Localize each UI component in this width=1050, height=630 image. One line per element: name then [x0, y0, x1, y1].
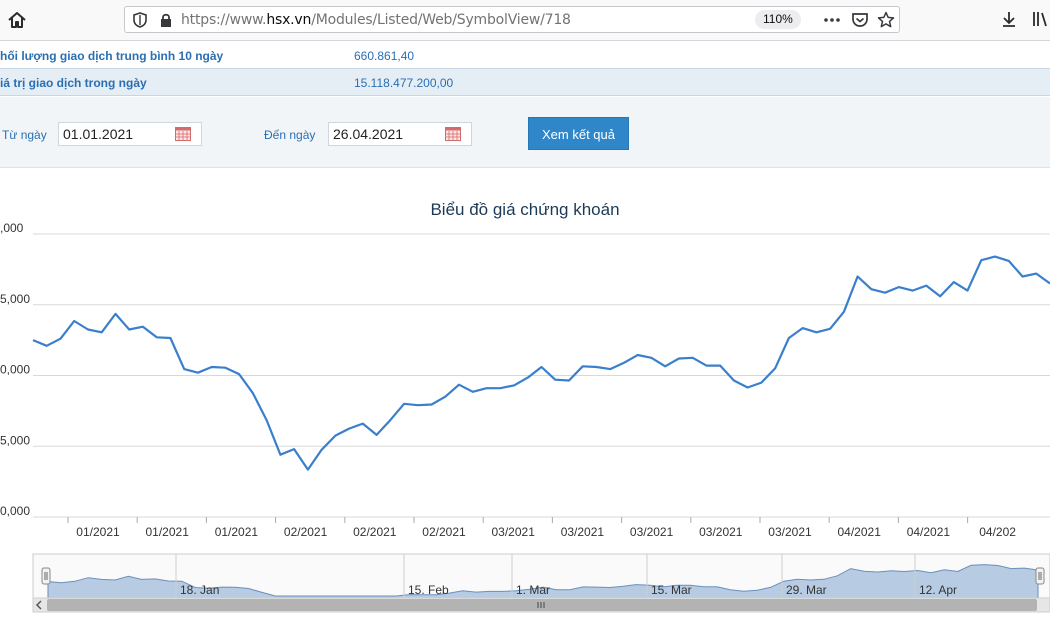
y-tick-label: 0,000 — [0, 504, 30, 518]
url-domain: hsx.vn — [266, 12, 312, 28]
bookmark-star-icon[interactable] — [877, 11, 895, 29]
navigator-label: 1. Mar — [516, 583, 550, 597]
x-tick-label: 03/2021 — [768, 525, 812, 539]
avg-volume-label: hối lượng giao dịch trung bình 10 ngày — [0, 49, 224, 63]
navigator-label: 29. Mar — [786, 583, 827, 597]
x-tick-label: 04/202 — [979, 525, 1016, 539]
url-path: /Modules/Listed/Web/SymbolView/718 — [311, 12, 571, 28]
calendar-icon[interactable] — [445, 127, 461, 141]
navigator-handle[interactable] — [41, 567, 51, 585]
navigator-label: 15. Mar — [651, 583, 692, 597]
x-tick-label: 02/2021 — [353, 525, 397, 539]
x-tick-label: 02/2021 — [422, 525, 466, 539]
url-bar[interactable]: https://www.hsx.vn/Modules/Listed/Web/Sy… — [124, 6, 900, 33]
zoom-badge[interactable]: 110% — [755, 10, 801, 29]
day-value-label: iá trị giao dịch trong ngày — [0, 76, 147, 90]
more-icon[interactable] — [823, 11, 841, 29]
browser-toolbar: https://www.hsx.vn/Modules/Listed/Web/Sy… — [0, 0, 1050, 41]
from-date-value: 01.01.2021 — [63, 126, 134, 142]
to-date-input[interactable]: 26.04.2021 — [328, 122, 472, 146]
x-tick-label: 03/2021 — [699, 525, 743, 539]
y-tick-label: 5,000 — [0, 433, 30, 447]
x-tick-label: 03/2021 — [630, 525, 674, 539]
x-tick-label: 03/2021 — [492, 525, 536, 539]
y-tick-label: 5,000 — [0, 292, 30, 306]
home-icon[interactable] — [6, 9, 28, 31]
url-prefix: https://www. — [181, 12, 267, 28]
library-icon[interactable] — [1032, 10, 1050, 28]
shield-icon[interactable] — [133, 12, 147, 28]
x-tick-label: 04/2021 — [838, 525, 882, 539]
day-value-row: iá trị giao dịch trong ngày 15.118.477.2… — [0, 69, 1050, 96]
x-tick-label: 04/2021 — [907, 525, 951, 539]
calendar-icon[interactable] — [175, 127, 191, 141]
price-chart: ,000 5,000 0,000 5,000 0,000 01/2021 01/2021 01… — [0, 221, 1050, 613]
x-tick-label: 01/2021 — [146, 525, 190, 539]
date-filter-bar: Từ ngày 01.01.2021 Đến ngày 26.04.2021 X… — [0, 97, 1050, 168]
navigator-label: 15. Feb — [408, 583, 449, 597]
navigator-scrollbar-thumb[interactable] — [47, 599, 1037, 611]
day-value-value: 15.118.477.200,00 — [354, 76, 454, 90]
navigator-handle[interactable] — [1035, 567, 1045, 585]
y-tick-label: ,000 — [0, 221, 24, 235]
x-tick-label: 01/2021 — [215, 525, 259, 539]
pocket-icon[interactable] — [851, 11, 869, 29]
navigator-label: 12. Apr — [919, 583, 957, 597]
url-text[interactable]: https://www.hsx.vn/Modules/Listed/Web/Sy… — [181, 12, 571, 28]
x-tick-label: 02/2021 — [284, 525, 328, 539]
price-line-series[interactable] — [32, 255, 1050, 471]
x-tick-label: 03/2021 — [561, 525, 605, 539]
lock-icon[interactable] — [159, 12, 173, 28]
view-results-button[interactable]: Xem kết quả — [528, 117, 629, 150]
avg-volume-value: 660.861,40 — [354, 49, 415, 63]
y-tick-label: 0,000 — [0, 363, 30, 377]
from-date-label: Từ ngày — [2, 128, 47, 142]
avg-volume-row: hối lượng giao dịch trung bình 10 ngày 6… — [0, 42, 1050, 69]
navigator-label: 18. Jan — [180, 583, 219, 597]
chart-title: Biểu đồ giá chứng khoán — [430, 200, 620, 219]
x-tick-label: 01/2021 — [76, 525, 120, 539]
to-date-value: 26.04.2021 — [333, 126, 404, 142]
download-icon[interactable] — [1000, 10, 1018, 28]
from-date-input[interactable]: 01.01.2021 — [58, 122, 202, 146]
to-date-label: Đến ngày — [264, 128, 316, 142]
